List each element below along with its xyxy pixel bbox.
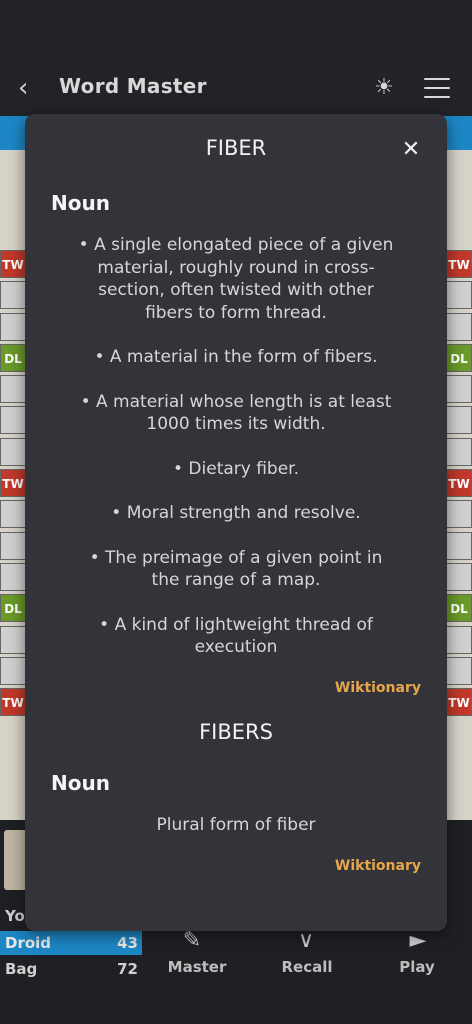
bag-count: 72 <box>117 960 138 978</box>
wiktionary-link[interactable]: Wiktionary <box>335 680 421 696</box>
droid-label: Droid <box>5 934 52 952</box>
definition-dialog: FIBER ✕ Noun • A single elongated piece … <box>25 114 447 931</box>
plural-definition: Plural form of fiber <box>156 815 316 835</box>
word-title-plural: FIBERS <box>199 720 273 744</box>
board-cell[interactable] <box>0 625 26 654</box>
definition-list: • A single elongated piece of a given ma… <box>75 234 397 681</box>
board-cell[interactable] <box>0 562 26 591</box>
board-cell[interactable] <box>0 656 26 685</box>
play-icon[interactable]: ► <box>398 928 438 953</box>
board-cell[interactable]: DL <box>0 594 26 623</box>
definition-item: • Moral strength and resolve. <box>111 503 361 523</box>
recall-button[interactable]: Recall <box>267 958 347 976</box>
board-cell[interactable] <box>0 406 26 435</box>
master-icon[interactable]: ✎ <box>172 928 212 953</box>
board-cell[interactable]: DL <box>446 343 472 372</box>
wiktionary-link-plural[interactable]: Wiktionary <box>335 858 421 874</box>
board-cell[interactable] <box>446 656 472 685</box>
part-of-speech-plural: Noun <box>51 771 110 795</box>
recall-icon[interactable]: ∨ <box>286 928 326 953</box>
board-cell[interactable] <box>0 281 26 310</box>
board-cell[interactable] <box>446 562 472 591</box>
board-cell[interactable] <box>446 406 472 435</box>
sun-icon[interactable]: ☀ <box>371 75 397 101</box>
definition-item: • A material whose length is at least 10… <box>80 391 392 435</box>
board-cell[interactable] <box>446 437 472 466</box>
board-cell[interactable] <box>446 281 472 310</box>
board-cell[interactable]: DL <box>446 594 472 623</box>
definition-item: • A kind of lightweight thread of execut… <box>99 614 373 658</box>
close-icon[interactable]: ✕ <box>399 138 423 162</box>
definition-item: • A single elongated piece of a given ma… <box>78 235 394 323</box>
board-cell[interactable]: TW <box>0 469 26 498</box>
app-title: Word Master <box>59 74 207 98</box>
board-cell[interactable] <box>0 437 26 466</box>
board-left-edge: TW DL TW DL TW <box>0 250 26 720</box>
board-cell[interactable]: TW <box>0 688 26 717</box>
board-cell[interactable] <box>446 375 472 404</box>
droid-score-row: Droid 43 <box>0 931 142 955</box>
board-cell[interactable] <box>446 531 472 560</box>
board-cell[interactable] <box>446 500 472 529</box>
part-of-speech: Noun <box>51 191 110 215</box>
bag-count-row: Bag 72 <box>0 957 142 981</box>
play-button[interactable]: Play <box>377 958 457 976</box>
app-header: ‹ Word Master ☀ <box>0 0 472 120</box>
back-button[interactable]: ‹ <box>18 74 44 102</box>
board-cell[interactable] <box>446 625 472 654</box>
board-cell[interactable]: TW <box>446 469 472 498</box>
definition-item: • Dietary fiber. <box>172 458 300 479</box>
board-cell[interactable] <box>0 531 26 560</box>
word-title: FIBER <box>205 136 267 160</box>
bag-label: Bag <box>5 960 38 978</box>
definition-item: • The preimage of a given point in the r… <box>89 547 383 591</box>
droid-score: 43 <box>117 934 138 952</box>
definition-item: • A material in the form of fibers. <box>94 347 378 367</box>
you-label: Yo <box>5 907 25 925</box>
board-cell[interactable] <box>0 312 26 341</box>
board-cell[interactable]: TW <box>446 688 472 717</box>
board-right-edge: TW DL TW DL TW <box>446 250 472 720</box>
master-button[interactable]: Master <box>157 958 237 976</box>
board-cell[interactable] <box>0 500 26 529</box>
board-cell[interactable]: TW <box>0 250 26 278</box>
board-cell[interactable]: DL <box>0 343 26 372</box>
board-cell[interactable] <box>0 375 26 404</box>
board-cell[interactable] <box>446 312 472 341</box>
menu-icon[interactable] <box>424 78 450 100</box>
board-cell[interactable]: TW <box>446 250 472 278</box>
